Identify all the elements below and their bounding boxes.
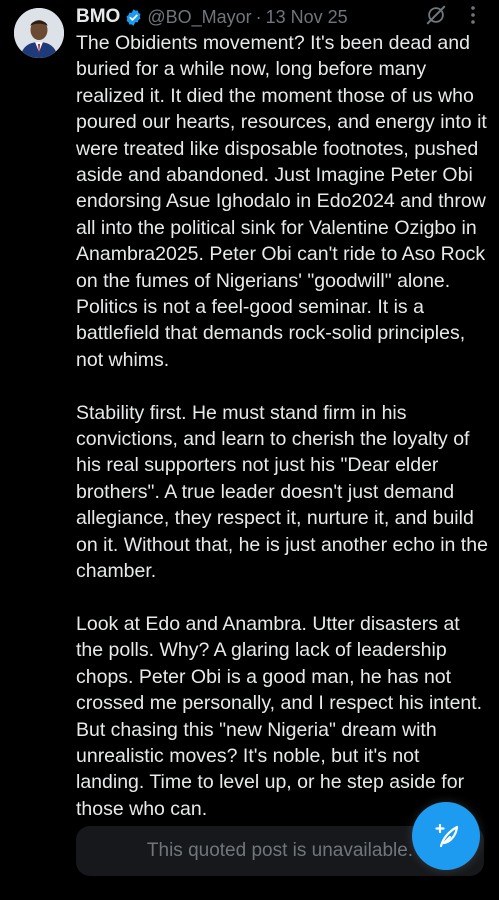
post-paragraph: The Obidients movement? It's been dead a…: [76, 32, 487, 371]
avatar[interactable]: [14, 8, 64, 58]
post-paragraph: Stability first. He must stand firm in h…: [76, 401, 488, 583]
post-header: BMO @BO_Mayor · 13 Nov 25: [76, 4, 485, 30]
user-handle[interactable]: @BO_Mayor: [147, 7, 251, 28]
compose-post-button[interactable]: [412, 802, 480, 870]
compose-post-icon: [435, 823, 459, 848]
more-options-icon[interactable]: [461, 2, 485, 28]
grok-icon[interactable]: [425, 4, 447, 26]
quoted-post-unavailable-text: This quoted post is unavailable.: [146, 840, 414, 861]
post-text: The Obidients movement? It's been dead a…: [76, 30, 491, 822]
display-name[interactable]: BMO: [76, 6, 120, 28]
verified-badge-icon: [124, 8, 143, 27]
post-paragraph: Look at Edo and Anambra. Utter disasters…: [76, 612, 483, 820]
separator-dot: ·: [255, 6, 262, 27]
post-date[interactable]: 13 Nov 25: [266, 7, 348, 28]
avatar-image: [14, 8, 64, 58]
